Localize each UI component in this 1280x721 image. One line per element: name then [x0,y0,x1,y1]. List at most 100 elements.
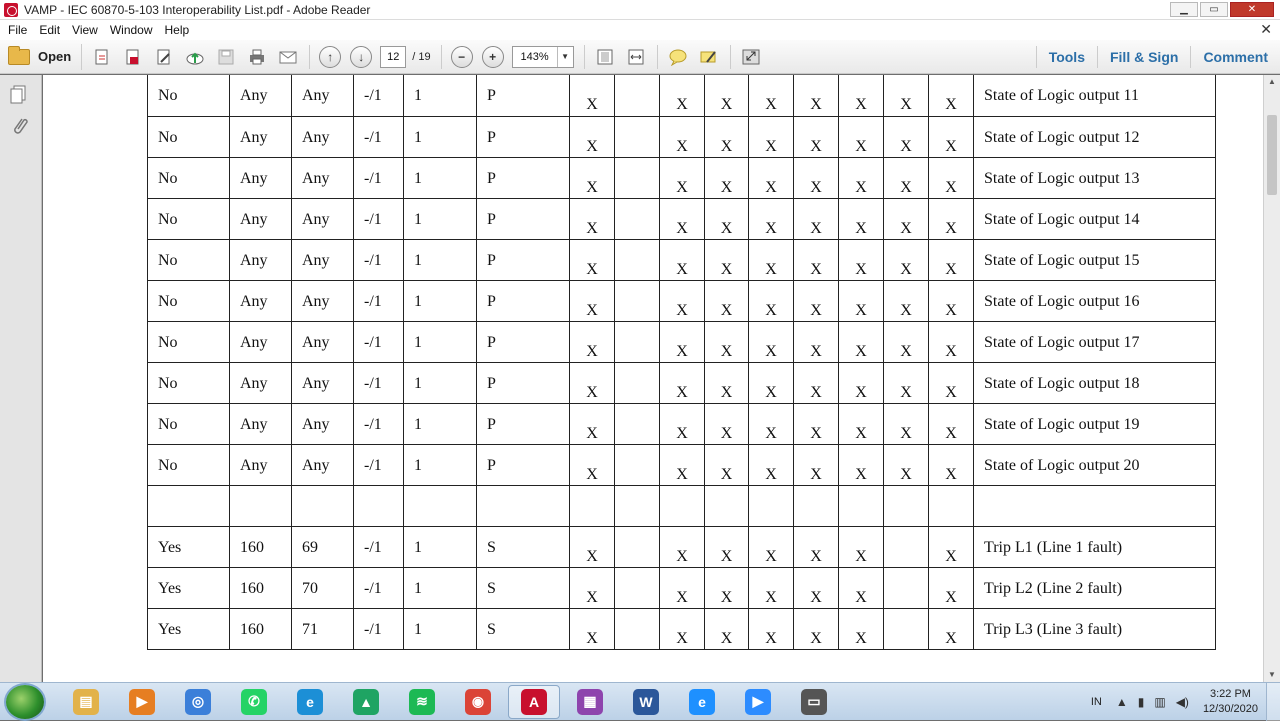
taskbar-app-chrome[interactable]: ◉ [452,685,504,719]
table-cell: Any [229,197,292,240]
zoom-in-button[interactable]: + [481,45,504,68]
table-cell-mark: X [928,197,974,240]
zoom-select[interactable]: 143% ▼ [511,45,574,68]
read-mode-icon[interactable] [740,46,762,68]
print-icon[interactable] [246,46,268,68]
table-cell-mark: X [883,279,929,322]
table-cell-mark: X [928,75,974,117]
table-cell-mark: X [659,279,705,322]
table-cell-mark: X [838,320,884,363]
table-cell: P [476,279,570,322]
table-cell-description: Trip L2 (Line 2 fault) [973,566,1216,609]
menu-window[interactable]: Window [110,23,153,37]
menu-view[interactable]: View [72,23,98,37]
menu-help[interactable]: Help [165,23,190,37]
minimize-button[interactable]: ▁ [1170,2,1198,17]
taskbar-app-word[interactable]: W [620,685,672,719]
highlight-pen-icon[interactable] [698,46,720,68]
table-cell: 1 [403,361,477,404]
table-cell: Any [229,156,292,199]
taskbar-app-zoom[interactable]: ▶ [732,685,784,719]
whatsapp-icon: ✆ [241,688,267,715]
fit-page-icon[interactable] [594,46,616,68]
taskbar-apps: ▤ ▶ ◎ ✆ e ▲ ≋ ◉ A ▦ We ▶ ▭ [56,684,840,719]
table-cell: No [147,320,230,363]
battery-icon[interactable]: ▮ [1138,695,1145,709]
table-cell-mark [883,484,929,527]
taskbar-app-whatsapp[interactable]: ✆ [228,685,280,719]
taskbar-app-media-player[interactable]: ▶ [116,685,168,719]
table-cell: -/1 [353,402,404,445]
tab-comment[interactable]: Comment [1190,46,1280,68]
table-cell-mark: X [883,402,929,445]
tab-fill-sign[interactable]: Fill & Sign [1096,46,1190,68]
document-close-button[interactable]: ✕ [1260,21,1272,38]
table-cell: P [476,197,570,240]
table-cell-description: State of Logic output 20 [973,443,1216,486]
language-indicator[interactable]: IN [1091,696,1102,708]
taskbar-app-drive[interactable]: ▲ [340,685,392,719]
next-page-button[interactable]: ↓ [350,45,373,68]
taskbar-app-chrome-dev[interactable]: ◎ [172,685,224,719]
comment-bubble-icon[interactable] [667,46,689,68]
table-row: No Any Any -/1 1 P X X X X X X X X State of Logic outp… [147,402,1216,445]
save-icon[interactable] [215,46,237,68]
table-cell-mark: X [569,566,615,609]
table-cell-mark: X [793,279,839,322]
show-hidden-icons-icon[interactable]: ▲ [1116,695,1128,709]
close-button[interactable]: ✕ [1230,2,1274,17]
attachments-paperclip-icon[interactable] [10,115,28,135]
taskbar-app-winrar[interactable]: ▦ [564,685,616,719]
table-cell-mark [928,484,974,527]
table-cell-mark: X [883,238,929,281]
tab-tools[interactable]: Tools [1035,46,1097,68]
table-cell-mark: X [569,75,615,117]
table-cell-mark: X [793,402,839,445]
clock[interactable]: 3:22 PM 12/30/2020 [1203,687,1258,717]
fit-width-icon[interactable] [625,46,647,68]
previous-page-button[interactable]: ↑ [319,45,342,68]
scroll-down-icon[interactable]: ▼ [1264,668,1280,682]
edit-pdf-icon[interactable] [153,46,175,68]
menu-edit[interactable]: Edit [39,23,60,37]
taskbar-app-spotify[interactable]: ≋ [396,685,448,719]
taskbar-app-adobe-reader[interactable]: A [508,684,560,719]
menu-file[interactable]: File [8,23,27,37]
adobe-reader-icon [4,2,18,17]
table-cell-mark: X [659,320,705,363]
table-cell-mark: X [838,525,884,568]
table-row: No Any Any -/1 1 P X X X X X X X X State of Logic outp… [147,75,1216,117]
taskbar-app-display[interactable]: ▭ [788,685,840,719]
open-button[interactable]: Open [8,43,83,70]
toolbar-separator [656,44,658,69]
taskbar-app-explorer[interactable]: ▤ [60,685,112,719]
page-number-input[interactable]: 12 [380,45,407,68]
table-cell-mark: X [569,320,615,363]
scroll-up-icon[interactable]: ▲ [1264,75,1280,89]
taskbar-app-edge[interactable]: e [284,685,336,719]
volume-icon[interactable]: ◀) [1176,695,1189,709]
table-cell-mark: X [569,607,615,650]
export-pdf-icon[interactable] [122,46,144,68]
table-cell-mark: X [748,197,794,240]
email-icon[interactable] [277,46,299,68]
upload-cloud-icon[interactable] [184,46,206,68]
start-button[interactable] [6,684,44,719]
vertical-scrollbar[interactable]: ▲ ▼ [1263,75,1280,682]
table-cell-mark: X [659,156,705,199]
adobe-reader-icon: A [521,688,547,715]
table-cell-description: State of Logic output 19 [973,402,1216,445]
open-label: Open [38,49,72,64]
maximize-button[interactable]: ▭ [1200,2,1228,17]
show-desktop-button[interactable] [1266,683,1280,721]
table-cell-description: State of Logic output 14 [973,197,1216,240]
zoom-out-button[interactable]: − [450,45,473,68]
taskbar-app-internet-explorer[interactable]: e [676,685,728,719]
create-pdf-icon[interactable] [91,46,113,68]
scrollbar-thumb[interactable] [1267,115,1277,195]
chrome-icon: ◉ [465,688,491,715]
table-cell-mark [614,320,660,363]
network-icon[interactable]: ▥ [1154,695,1165,709]
table-cell-description: State of Logic output 12 [973,115,1216,158]
page-thumbnails-icon[interactable] [10,85,28,105]
